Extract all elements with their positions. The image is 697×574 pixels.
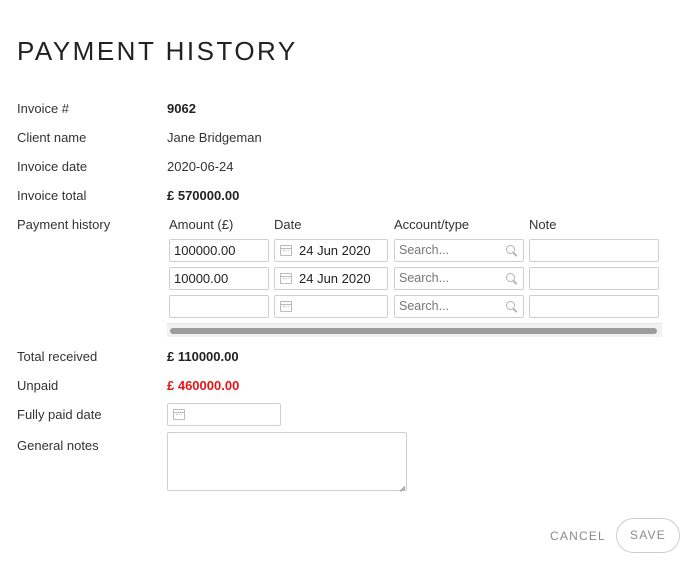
column-header-account: Account/type <box>394 217 470 232</box>
calendar-icon <box>173 409 185 420</box>
date-input[interactable]: 24 Jun 2020 <box>274 267 388 290</box>
amount-input[interactable] <box>169 295 269 318</box>
payment-history-label: Payment history <box>17 217 111 232</box>
unpaid-label: Unpaid <box>17 378 59 393</box>
calendar-icon <box>280 245 292 256</box>
general-notes-label: General notes <box>17 438 99 453</box>
account-search-input[interactable]: Search... <box>394 267 524 290</box>
page-title: PAYMENT HISTORY <box>17 36 298 66</box>
total-received-value: £ 110000.00 <box>167 349 239 364</box>
note-input[interactable] <box>529 267 659 290</box>
date-value: 24 Jun 2020 <box>299 271 371 286</box>
client-name-label: Client name <box>17 130 87 145</box>
amount-input[interactable]: 100000.00 <box>169 239 269 262</box>
invoice-total-value: £ 570000.00 <box>167 188 240 203</box>
unpaid-value: £ 460000.00 <box>167 378 240 393</box>
invoice-number-label: Invoice # <box>17 101 70 116</box>
account-search-placeholder: Search... <box>399 299 450 313</box>
fully-paid-date-label: Fully paid date <box>17 407 102 422</box>
calendar-icon <box>280 301 292 312</box>
save-button[interactable]: SAVE <box>616 518 680 553</box>
column-header-amount: Amount (£) <box>169 217 234 232</box>
resize-handle-icon[interactable] <box>398 482 405 489</box>
date-input[interactable] <box>274 295 388 318</box>
horizontal-scrollbar[interactable] <box>167 323 662 337</box>
amount-input[interactable]: 10000.00 <box>169 267 269 290</box>
note-input[interactable] <box>529 295 659 318</box>
general-notes-textarea[interactable] <box>167 432 407 491</box>
total-received-label: Total received <box>17 349 98 364</box>
note-input[interactable] <box>529 239 659 262</box>
column-header-date: Date <box>274 217 302 232</box>
client-name-value: Jane Bridgeman <box>167 130 262 145</box>
account-search-input[interactable]: Search... <box>394 239 524 262</box>
invoice-date-label: Invoice date <box>17 159 88 174</box>
account-search-placeholder: Search... <box>399 243 450 257</box>
calendar-icon <box>280 273 292 284</box>
invoice-date-value: 2020-06-24 <box>167 159 234 174</box>
invoice-total-label: Invoice total <box>17 188 87 203</box>
fully-paid-date-input[interactable] <box>167 403 281 426</box>
search-icon <box>506 301 515 310</box>
search-icon <box>506 273 515 282</box>
account-search-placeholder: Search... <box>399 271 450 285</box>
column-header-note: Note <box>529 217 557 232</box>
date-value: 24 Jun 2020 <box>299 243 371 258</box>
invoice-number-value: 9062 <box>167 101 196 116</box>
scrollbar-thumb[interactable] <box>170 328 657 334</box>
account-search-input[interactable]: Search... <box>394 295 524 318</box>
search-icon <box>506 245 515 254</box>
cancel-button[interactable]: CANCEL <box>548 520 608 552</box>
date-input[interactable]: 24 Jun 2020 <box>274 239 388 262</box>
